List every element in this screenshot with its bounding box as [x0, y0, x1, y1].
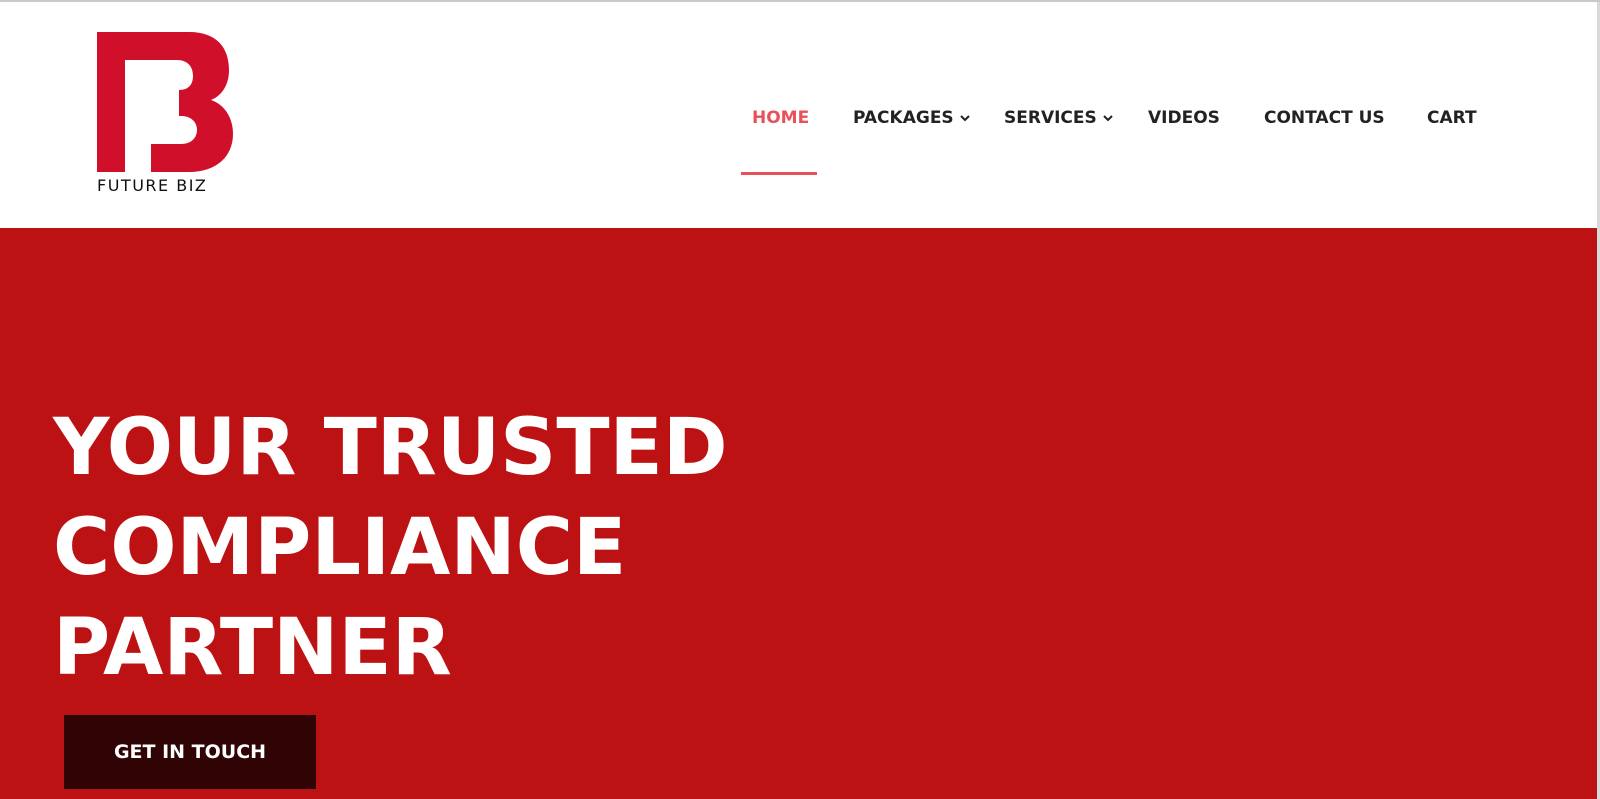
hero-section: YOUR TRUSTED COMPLIANCE PARTNER GET IN T… [0, 228, 1597, 799]
hero-title: YOUR TRUSTED COMPLIANCE PARTNER [53, 398, 728, 698]
hero-title-line: YOUR TRUSTED [53, 403, 728, 493]
nav-contact-us[interactable]: CONTACT US [1264, 105, 1385, 131]
nav-services[interactable]: SERVICES [1004, 105, 1114, 131]
nav-cart[interactable]: CART [1427, 105, 1477, 131]
nav-home-label: HOME [752, 108, 810, 128]
nav-contact-us-label: CONTACT US [1264, 108, 1385, 128]
site-header: FUTURE BIZ HOME PACKAGES SERVICES VIDEOS [0, 2, 1597, 228]
get-in-touch-button[interactable]: GET IN TOUCH [64, 715, 316, 789]
nav-services-label: SERVICES [1004, 108, 1097, 128]
nav-videos-label: VIDEOS [1148, 108, 1220, 128]
chevron-down-icon [1103, 115, 1113, 122]
hero-title-line: COMPLIANCE [53, 503, 627, 593]
hero-title-line: PARTNER [53, 603, 452, 693]
nav-videos[interactable]: VIDEOS [1148, 105, 1220, 131]
chevron-down-icon [959, 115, 970, 122]
nav-packages[interactable]: PACKAGES [853, 105, 971, 131]
main-nav: HOME PACKAGES SERVICES VIDEOS CONTACT US [0, 2, 1597, 228]
page: FUTURE BIZ HOME PACKAGES SERVICES VIDEOS [0, 0, 1600, 799]
nav-packages-label: PACKAGES [853, 108, 954, 128]
nav-cart-label: CART [1427, 108, 1477, 128]
nav-home[interactable]: HOME [752, 105, 809, 131]
nav-active-indicator [741, 172, 817, 175]
